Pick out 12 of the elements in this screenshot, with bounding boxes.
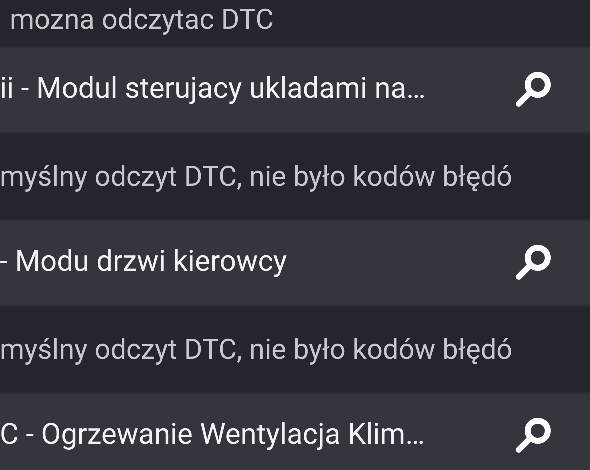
- status-text: mozna odczytac DTC: [9, 6, 274, 34]
- search-icon[interactable]: [514, 243, 554, 283]
- module-row[interactable]: C - Ogrzewanie Wentylacja Klim…: [0, 394, 590, 470]
- search-icon[interactable]: [514, 416, 554, 456]
- status-text: myślny odczyt DTC, nie było kodów błędó: [0, 158, 513, 194]
- module-row[interactable]: ii - Modul sterujacy ukladami na…: [0, 48, 590, 134]
- module-name: - Modu drzwi kierowcy: [0, 244, 288, 282]
- module-row[interactable]: - Modu drzwi kierowcy: [0, 221, 590, 307]
- module-name: C - Ogrzewanie Wentylacja Klim…: [0, 417, 426, 454]
- module-name: ii - Modul sterujacy ukladami na…: [0, 71, 426, 108]
- search-icon[interactable]: [514, 70, 554, 110]
- status-text: myślny odczyt DTC, nie było kodów błędó: [0, 332, 513, 368]
